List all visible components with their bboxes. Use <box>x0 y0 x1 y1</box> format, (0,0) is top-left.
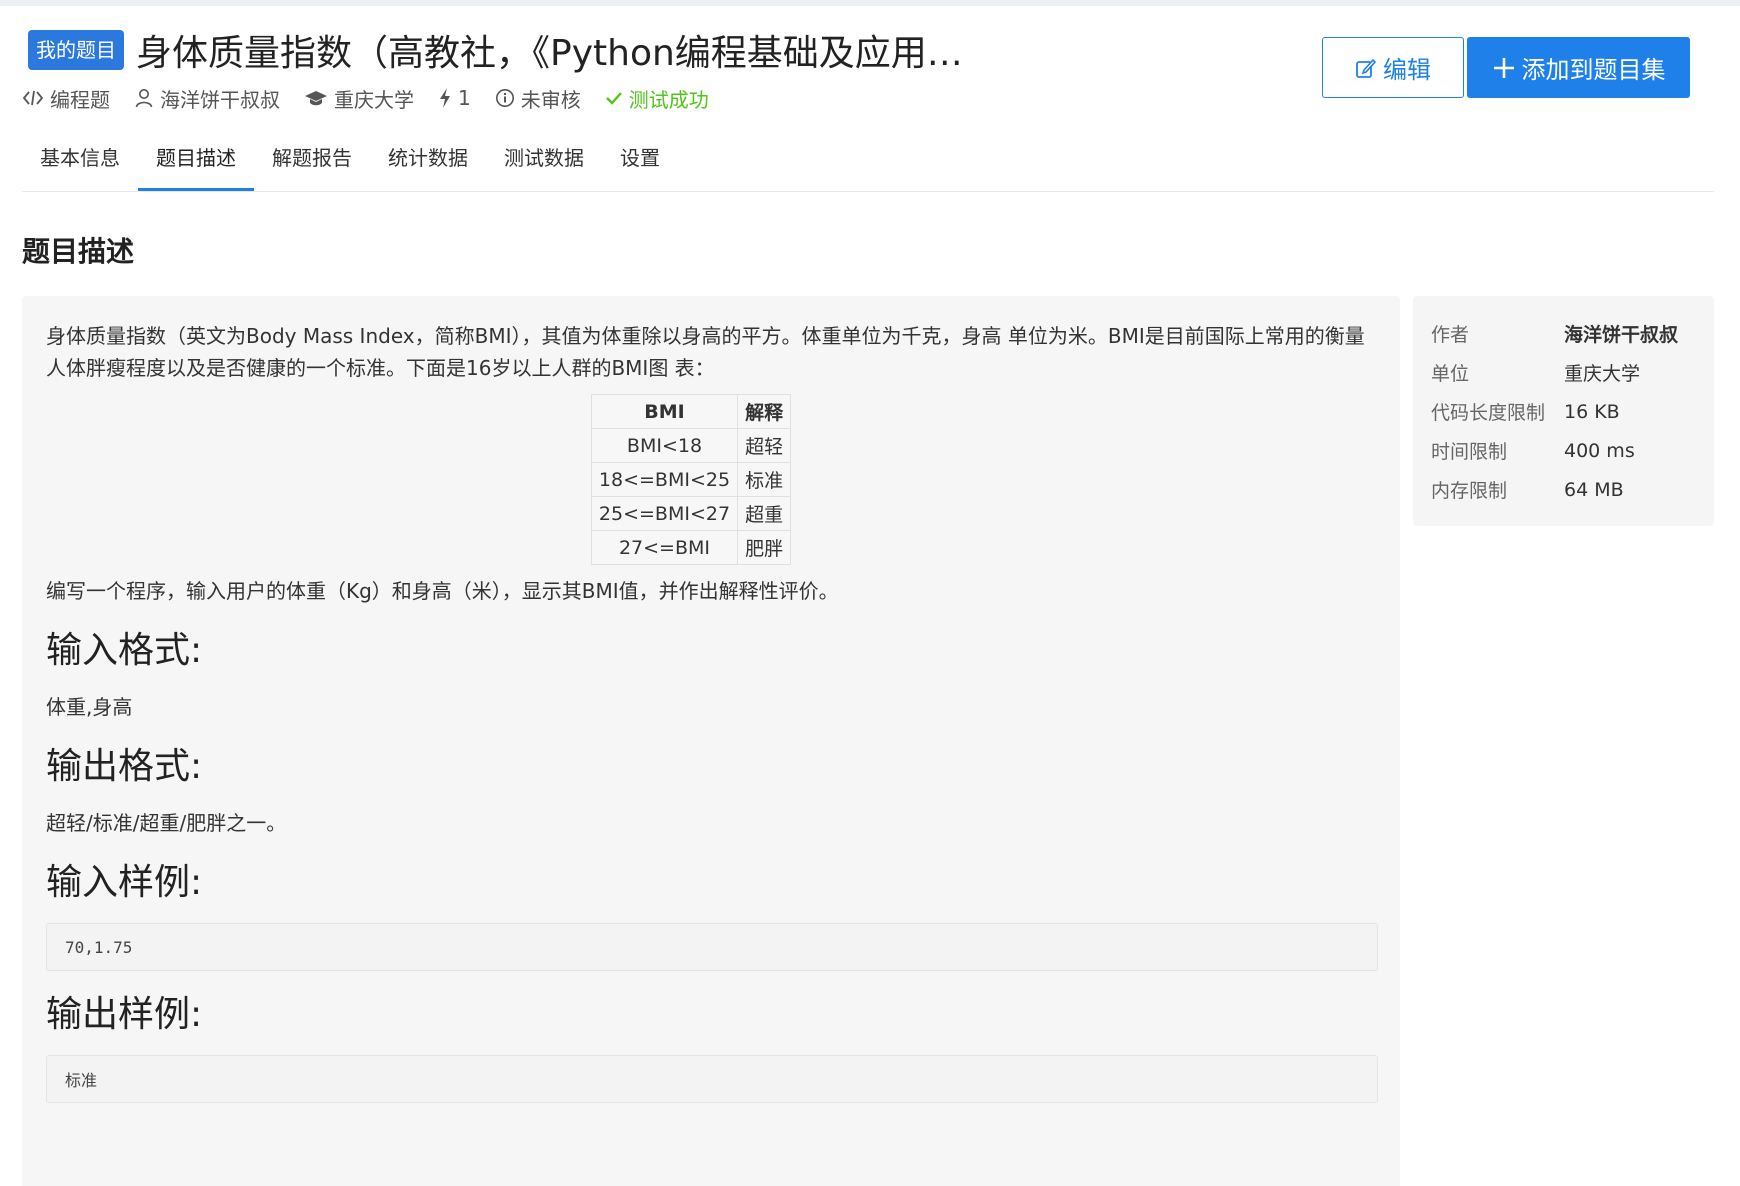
info-value[interactable]: 海洋饼干叔叔 <box>1564 320 1678 347</box>
input-format-text: 体重,身高 <box>46 695 133 719</box>
check-icon <box>605 92 622 105</box>
info-icon <box>495 89 514 107</box>
table-cell: 超重 <box>737 496 792 531</box>
edit-button-label: 编辑 <box>1383 56 1431 84</box>
meta-test-status: 测试成功 <box>605 84 709 113</box>
tab-basic-info[interactable]: 基本信息 <box>22 136 138 191</box>
user-icon <box>135 89 153 108</box>
info-row-time-limit: 时间限制 400 ms <box>1431 431 1696 470</box>
meta-school-label: 重庆大学 <box>334 87 414 112</box>
code-icon <box>22 90 44 106</box>
tab-bar: 基本信息 题目描述 解题报告 统计数据 测试数据 设置 <box>22 136 1714 192</box>
meta-test-label: 测试成功 <box>628 87 709 112</box>
table-row: 25<=BMI<27 超重 <box>590 496 792 531</box>
table-row: 18<=BMI<25 标准 <box>590 462 792 497</box>
info-row-school: 单位 重庆大学 <box>1431 353 1696 392</box>
info-key: 单位 <box>1431 363 1470 385</box>
top-bar <box>0 0 1740 6</box>
info-row-author: 作者 海洋饼干叔叔 <box>1431 314 1696 353</box>
edit-button[interactable]: 编辑 <box>1322 37 1464 98</box>
meta-count-label: 1 <box>458 86 471 110</box>
table-row: BMI<18 超轻 <box>590 428 792 463</box>
meta-row: 编程题 海洋饼干叔叔 重庆大学 1 未审核 测试成功 <box>22 84 733 112</box>
task-text: 编写一个程序，输入用户的体重（Kg）和身高（米），显示其BMI值，并作出解释性评… <box>46 579 839 603</box>
info-key: 内存限制 <box>1431 480 1508 502</box>
problem-content: 身体质量指数（英文为Body Mass Index，简称BMI），其值为体重除以… <box>22 296 1400 1186</box>
sample-output-code[interactable]: 标准 <box>46 1055 1378 1103</box>
info-key: 作者 <box>1431 324 1470 346</box>
sample-input-code[interactable]: 70,1.75 <box>46 923 1378 971</box>
plus-icon <box>1493 57 1514 78</box>
info-key: 代码长度限制 <box>1431 402 1546 424</box>
meta-count: 1 <box>438 86 471 110</box>
info-row-memory-limit: 内存限制 64 MB <box>1431 470 1696 509</box>
info-value: 64 MB <box>1564 478 1624 501</box>
meta-author-label: 海洋饼干叔叔 <box>160 87 280 112</box>
table-row: 27<=BMI 肥胖 <box>590 530 792 565</box>
intro-text: 身体质量指数（英文为Body Mass Index，简称BMI），其值为体重除以… <box>46 324 1365 380</box>
tab-statistics[interactable]: 统计数据 <box>370 136 486 191</box>
info-row-code-limit: 代码长度限制 16 KB <box>1431 392 1696 431</box>
table-cell: 肥胖 <box>737 530 792 565</box>
lightning-icon <box>440 88 450 108</box>
section-heading: 题目描述 <box>22 235 135 268</box>
info-value: 重庆大学 <box>1564 363 1641 385</box>
meta-review-label: 未审核 <box>520 87 581 112</box>
title-row: 我的题目 身体质量指数（高教社，《Python编程基础及应用… <box>28 24 996 76</box>
edit-icon <box>1356 58 1377 78</box>
meta-type: 编程题 <box>22 84 110 113</box>
meta-type-label: 编程题 <box>50 87 110 112</box>
graduation-cap-icon <box>305 91 327 106</box>
meta-author[interactable]: 海洋饼干叔叔 <box>134 84 280 113</box>
table-header-explain: 解释 <box>737 394 792 429</box>
table-header-bmi: BMI <box>590 394 739 429</box>
info-key: 时间限制 <box>1431 441 1508 463</box>
input-format-heading: 输入格式: <box>46 630 203 671</box>
sample-output-heading: 输出样例: <box>46 994 203 1035</box>
add-button-label: 添加到题目集 <box>1521 56 1666 84</box>
tab-test-data[interactable]: 测试数据 <box>486 136 602 191</box>
table-cell: 27<=BMI <box>590 530 739 565</box>
meta-school: 重庆大学 <box>304 84 414 113</box>
tab-report[interactable]: 解题报告 <box>254 136 370 191</box>
table-cell: 超轻 <box>737 428 792 463</box>
bmi-table: BMI 解释 BMI<18 超轻 18<=BMI<25 标准 25<=BMI<2… <box>590 394 792 565</box>
table-cell: 25<=BMI<27 <box>590 496 739 531</box>
tab-description[interactable]: 题目描述 <box>138 136 254 191</box>
table-header-row: BMI 解释 <box>590 394 792 429</box>
output-format-heading: 输出格式: <box>46 746 203 787</box>
info-value: 400 ms <box>1564 439 1635 462</box>
tab-settings[interactable]: 设置 <box>602 136 678 191</box>
add-to-set-button[interactable]: 添加到题目集 <box>1467 37 1690 98</box>
meta-review: 未审核 <box>495 84 581 113</box>
info-panel: 作者 海洋饼干叔叔 单位 重庆大学 代码长度限制 16 KB 时间限制 400 … <box>1413 296 1714 526</box>
my-problem-badge: 我的题目 <box>28 30 124 70</box>
info-value: 16 KB <box>1564 400 1620 423</box>
page-title: 身体质量指数（高教社，《Python编程基础及应用… <box>136 33 963 74</box>
output-format-text: 超轻/标准/超重/肥胖之一。 <box>46 811 287 835</box>
sample-input-heading: 输入样例: <box>46 862 203 903</box>
table-cell: 18<=BMI<25 <box>590 462 739 497</box>
table-cell: BMI<18 <box>590 428 739 463</box>
table-cell: 标准 <box>737 462 792 497</box>
